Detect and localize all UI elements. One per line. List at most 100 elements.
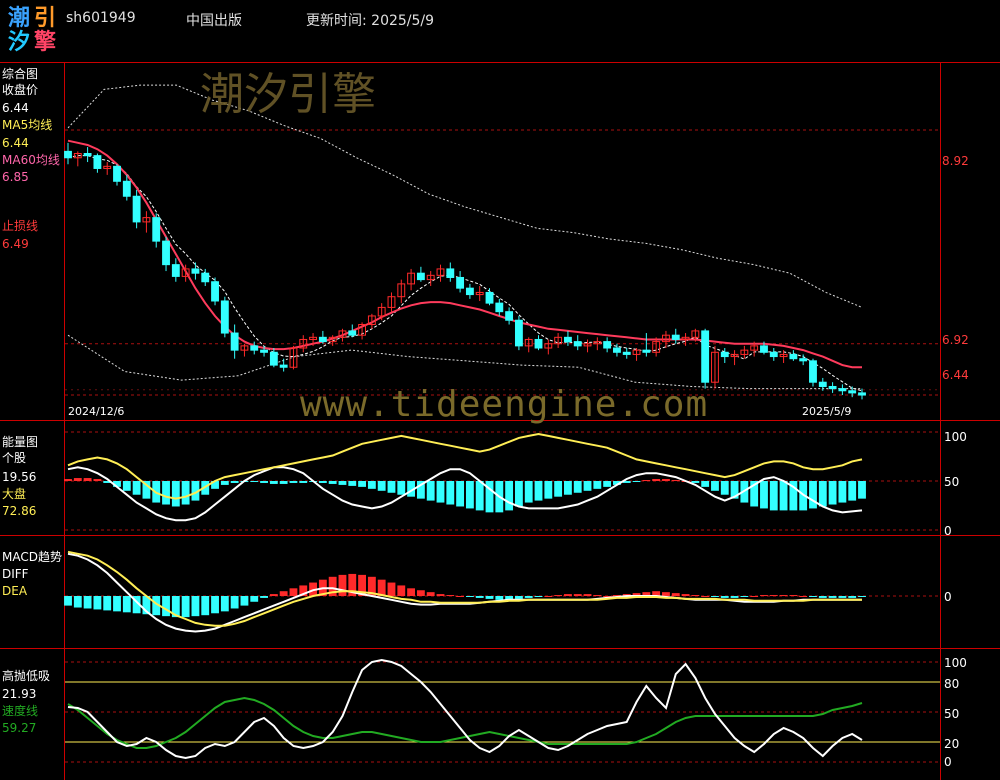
- energy-bar: [348, 481, 357, 486]
- macd-histogram-bar: [269, 594, 278, 596]
- macd-histogram-bar: [250, 596, 259, 602]
- main-panel-layer: [64, 84, 940, 400]
- main-tick-mid: 6.92: [942, 333, 969, 347]
- energy-bar: [858, 481, 866, 499]
- ma5-value: 6.44: [2, 136, 29, 150]
- energy-tick-0: 0: [944, 524, 952, 538]
- ma60-label: MA60均线: [2, 153, 60, 167]
- candle-body: [485, 291, 494, 304]
- candle-body: [260, 349, 268, 353]
- candle-body: [769, 351, 778, 358]
- macd-histogram-bar: [662, 592, 670, 596]
- candle-body: [171, 264, 180, 277]
- candle-body: [416, 272, 425, 281]
- main-tick-low: 6.44: [942, 368, 969, 382]
- energy-market-label: 大盘: [2, 487, 27, 501]
- candle-body: [760, 345, 768, 353]
- energy-bar: [691, 481, 700, 483]
- energy-bar: [122, 481, 131, 491]
- energy-bar: [642, 480, 651, 482]
- macd-histogram-bar: [514, 596, 523, 599]
- candle-body: [613, 347, 621, 353]
- energy-tick-50: 50: [944, 475, 960, 489]
- candle-body: [211, 281, 219, 302]
- macd-histogram-bar: [211, 596, 219, 614]
- energy-bar: [260, 481, 268, 483]
- energy-tick-100: 100: [944, 430, 967, 444]
- macd-histogram-bar: [554, 595, 563, 597]
- macd-histogram-bar: [564, 594, 572, 596]
- macd-histogram-bar: [858, 596, 866, 597]
- macd-histogram-bar: [720, 596, 729, 598]
- macd-diff-label: DIFF: [2, 567, 29, 581]
- candle-body: [152, 217, 161, 242]
- energy-bar: [711, 481, 719, 491]
- macd-histogram-bar: [446, 595, 455, 597]
- candle-body: [93, 155, 102, 169]
- candle-body: [279, 364, 288, 368]
- ma60-value: 6.85: [2, 170, 29, 184]
- macd-dea-label: DEA: [2, 584, 28, 598]
- macd-histogram-bar: [809, 596, 817, 597]
- energy-title: 能量图: [2, 435, 39, 449]
- energy-bar: [564, 481, 572, 495]
- macd-histogram-bar: [495, 596, 504, 600]
- candle-body: [838, 388, 847, 392]
- main-title: 综合图: [2, 67, 39, 81]
- macd-histogram-bar: [162, 596, 170, 617]
- osc-title: 高抛低吸: [2, 669, 51, 683]
- energy-bar: [387, 481, 396, 493]
- candle-body: [809, 360, 817, 383]
- energy-bar: [171, 481, 180, 507]
- candle-body: [230, 332, 239, 351]
- macd-histogram-bar: [220, 596, 229, 612]
- stop-label: 止损线: [2, 219, 39, 233]
- candle-body: [348, 330, 357, 336]
- macd-title: MACD趋势: [2, 550, 62, 564]
- energy-bar: [132, 481, 141, 495]
- main-tick-high: 8.92: [942, 154, 969, 168]
- energy-bar: [652, 479, 661, 481]
- osc-tick-0: 0: [944, 755, 952, 769]
- candle-body: [848, 390, 857, 394]
- energy-bar: [524, 481, 533, 503]
- macd-histogram-bar: [113, 596, 121, 612]
- candle-body: [642, 349, 651, 353]
- macd-histogram-bar: [730, 596, 739, 598]
- macd-histogram-bar: [103, 596, 112, 611]
- energy-bar: [436, 481, 445, 503]
- macd-histogram-bar: [475, 596, 484, 598]
- candle-body: [446, 268, 455, 278]
- macd-histogram-bar: [711, 596, 719, 597]
- osc-value: 21.93: [2, 687, 37, 701]
- macd-histogram-bar: [524, 596, 533, 598]
- energy-bar: [426, 481, 435, 501]
- watermark-cn: 潮汐引擎: [200, 69, 376, 120]
- energy-bar: [465, 481, 474, 509]
- osc-speed-label: 速度线: [2, 704, 39, 718]
- energy-bar: [358, 481, 366, 487]
- energy-bar: [603, 481, 612, 487]
- macd-histogram-bar: [485, 596, 494, 599]
- energy-bar: [514, 481, 523, 507]
- candle-body: [818, 381, 827, 387]
- energy-bar: [632, 481, 641, 482]
- energy-bar: [83, 478, 92, 481]
- macd-histogram-bar: [681, 594, 690, 596]
- candle-body: [858, 392, 866, 396]
- candle-body: [563, 336, 572, 343]
- macd-panel-layer: [64, 550, 940, 633]
- macd-histogram-bar: [769, 595, 778, 597]
- macd-histogram-bar: [397, 585, 406, 596]
- macd-histogram-bar: [671, 593, 680, 596]
- energy-bar: [269, 481, 278, 484]
- candle-body: [789, 353, 798, 360]
- energy-bar: [554, 481, 563, 497]
- candle-body: [828, 385, 837, 390]
- macd-histogram-bar: [64, 596, 72, 606]
- macd-histogram-bar: [289, 588, 298, 596]
- energy-bar: [818, 481, 827, 507]
- energy-bar: [73, 478, 82, 481]
- candle-body: [465, 287, 474, 296]
- candle-body: [83, 153, 92, 157]
